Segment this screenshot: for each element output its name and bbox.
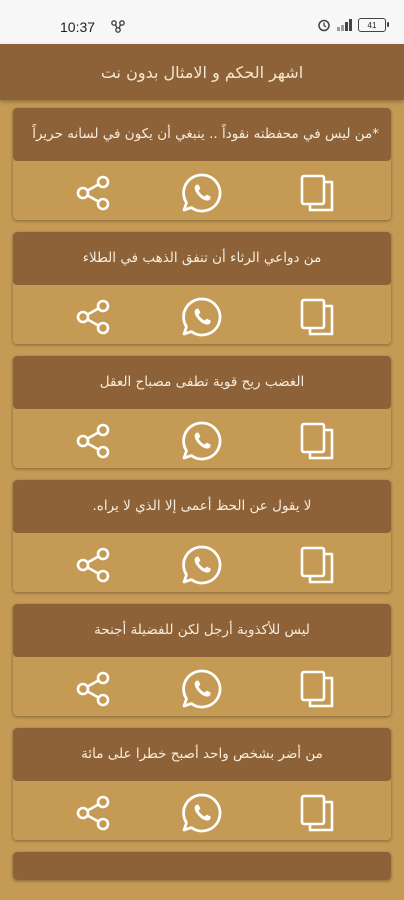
whatsapp-button[interactable] [180, 171, 224, 215]
alarm-icon [318, 19, 330, 32]
quote-text: الغضب ريح قوية تطفى مصباح العقل [13, 356, 391, 409]
quote-actions [13, 657, 391, 716]
whatsapp-icon [182, 173, 222, 213]
whatsapp-icon [182, 669, 222, 709]
copy-button[interactable] [296, 791, 340, 835]
quote-card: من أضر بشخص واحد أصبح خطرا على مائة [13, 728, 391, 840]
copy-icon [300, 422, 334, 460]
copy-button[interactable] [296, 543, 340, 587]
signal-icon [337, 19, 352, 31]
app-title: اشهر الحكم و الامثال بدون نت [100, 62, 304, 82]
share-icon [76, 671, 110, 707]
share-button[interactable] [71, 667, 115, 711]
whatsapp-button[interactable] [180, 543, 224, 587]
status-bar: 10:37 41 [0, 0, 404, 44]
share-button[interactable] [71, 419, 115, 463]
share-button[interactable] [71, 791, 115, 835]
copy-icon [300, 794, 334, 832]
copy-button[interactable] [296, 667, 340, 711]
battery-level: 41 [367, 20, 377, 30]
whatsapp-icon [182, 545, 222, 585]
quote-card: ليس للأكذوبة أرجل لكن للفضيلة أجنحة [13, 604, 391, 716]
quote-text: ليس للأكذوبة أرجل لكن للفضيلة أجنحة [13, 604, 391, 657]
whatsapp-icon [182, 297, 222, 337]
whatsapp-button[interactable] [180, 419, 224, 463]
quote-actions [13, 409, 391, 468]
share-icon [76, 423, 110, 459]
quote-actions [13, 781, 391, 840]
copy-icon [300, 546, 334, 584]
copy-icon [300, 670, 334, 708]
quote-card-partial [13, 852, 391, 880]
share-icon [76, 299, 110, 335]
quote-text: *من ليس في محفظته نقوداً .. ينبغي أن يكو… [13, 108, 391, 161]
quote-text: من أضر بشخص واحد أصبح خطرا على مائة [13, 728, 391, 781]
whatsapp-button[interactable] [180, 295, 224, 339]
copy-button[interactable] [296, 419, 340, 463]
whatsapp-button[interactable] [180, 667, 224, 711]
status-time: 10:37 [60, 19, 96, 35]
copy-icon [300, 298, 334, 336]
whatsapp-icon [182, 793, 222, 833]
quote-card: من دواعي الرثاء أن تنفق الذهب في الطلاء [13, 232, 391, 344]
quote-text: لا يقول عن الحظ أعمى إلا الذي لا يراه. [13, 480, 391, 533]
quote-actions [13, 285, 391, 344]
share-icon [76, 795, 110, 831]
quote-actions [13, 161, 391, 220]
share-icon [76, 547, 110, 583]
copy-icon [300, 174, 334, 212]
quote-card: *من ليس في محفظته نقوداً .. ينبغي أن يكو… [13, 108, 391, 220]
copy-button[interactable] [296, 171, 340, 215]
quote-text: من دواعي الرثاء أن تنفق الذهب في الطلاء [13, 232, 391, 285]
quote-card: الغضب ريح قوية تطفى مصباح العقل [13, 356, 391, 468]
quote-actions [13, 533, 391, 592]
quote-text [13, 852, 391, 880]
share-icon [76, 175, 110, 211]
quote-card: لا يقول عن الحظ أعمى إلا الذي لا يراه. [13, 480, 391, 592]
status-icons: 41 [317, 18, 389, 32]
copy-button[interactable] [296, 295, 340, 339]
app-bar: اشهر الحكم و الامثال بدون نت [0, 44, 404, 100]
whatsapp-icon [182, 421, 222, 461]
share-button[interactable] [71, 295, 115, 339]
battery-icon: 41 [358, 18, 389, 32]
link-icon [111, 20, 125, 33]
share-button[interactable] [71, 543, 115, 587]
share-button[interactable] [71, 171, 115, 215]
whatsapp-button[interactable] [180, 791, 224, 835]
